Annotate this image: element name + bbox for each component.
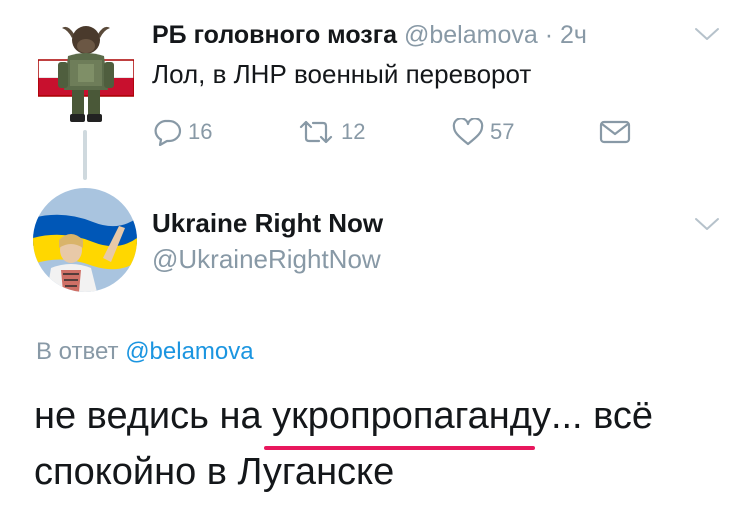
avatar-ukrainerightnow[interactable] — [33, 188, 137, 292]
direct-message-button[interactable] — [599, 112, 631, 152]
retweet-button[interactable]: 12 — [297, 112, 365, 152]
tweet2-handle[interactable]: @UkraineRightNow — [152, 242, 381, 276]
red-underline-annotation — [264, 446, 535, 450]
tweet2-text: не ведись на укропропаганду... всё споко… — [34, 388, 724, 500]
tweet1-header: РБ головного мозга @belamova · 2ч — [152, 18, 587, 52]
reply-mention-link[interactable]: @belamova — [125, 338, 253, 365]
heart-icon — [452, 118, 484, 146]
reply-count: 16 — [188, 119, 213, 144]
envelope-icon — [599, 119, 631, 145]
reply-context: В ответ @belamova — [36, 335, 254, 369]
tweet2-text-before: не ведись на — [34, 395, 273, 437]
tweet1-handle[interactable]: @belamova — [404, 21, 538, 49]
tweet1-display-name[interactable]: РБ головного мозга — [152, 21, 397, 49]
chevron-down-icon[interactable] — [694, 216, 720, 232]
reply-icon — [152, 118, 182, 146]
like-button[interactable]: 57 — [452, 112, 514, 152]
retweet-count: 12 — [341, 119, 366, 144]
avatar-image — [33, 188, 137, 292]
avatar-image — [37, 26, 135, 122]
avatar-belamova[interactable] — [37, 16, 135, 124]
annotated-word: укропропаганду — [264, 388, 551, 450]
tweet1-text: Лол, в ЛНР военный переворот — [152, 59, 532, 89]
reply-prefix: В ответ — [36, 338, 119, 365]
tweet1-separator: · — [544, 21, 554, 49]
like-count: 57 — [490, 119, 515, 144]
chevron-down-icon[interactable] — [694, 26, 720, 42]
retweet-icon — [297, 119, 335, 145]
tweet1-actions: 16 12 57 — [152, 112, 652, 152]
tweet2-display-name[interactable]: Ukraine Right Now — [152, 206, 383, 240]
thread-connector — [83, 130, 87, 180]
reply-button[interactable]: 16 — [152, 112, 212, 152]
tweet1-timestamp[interactable]: 2ч — [560, 21, 587, 49]
tweet2-text-underlined: укропропаганду — [272, 395, 551, 437]
